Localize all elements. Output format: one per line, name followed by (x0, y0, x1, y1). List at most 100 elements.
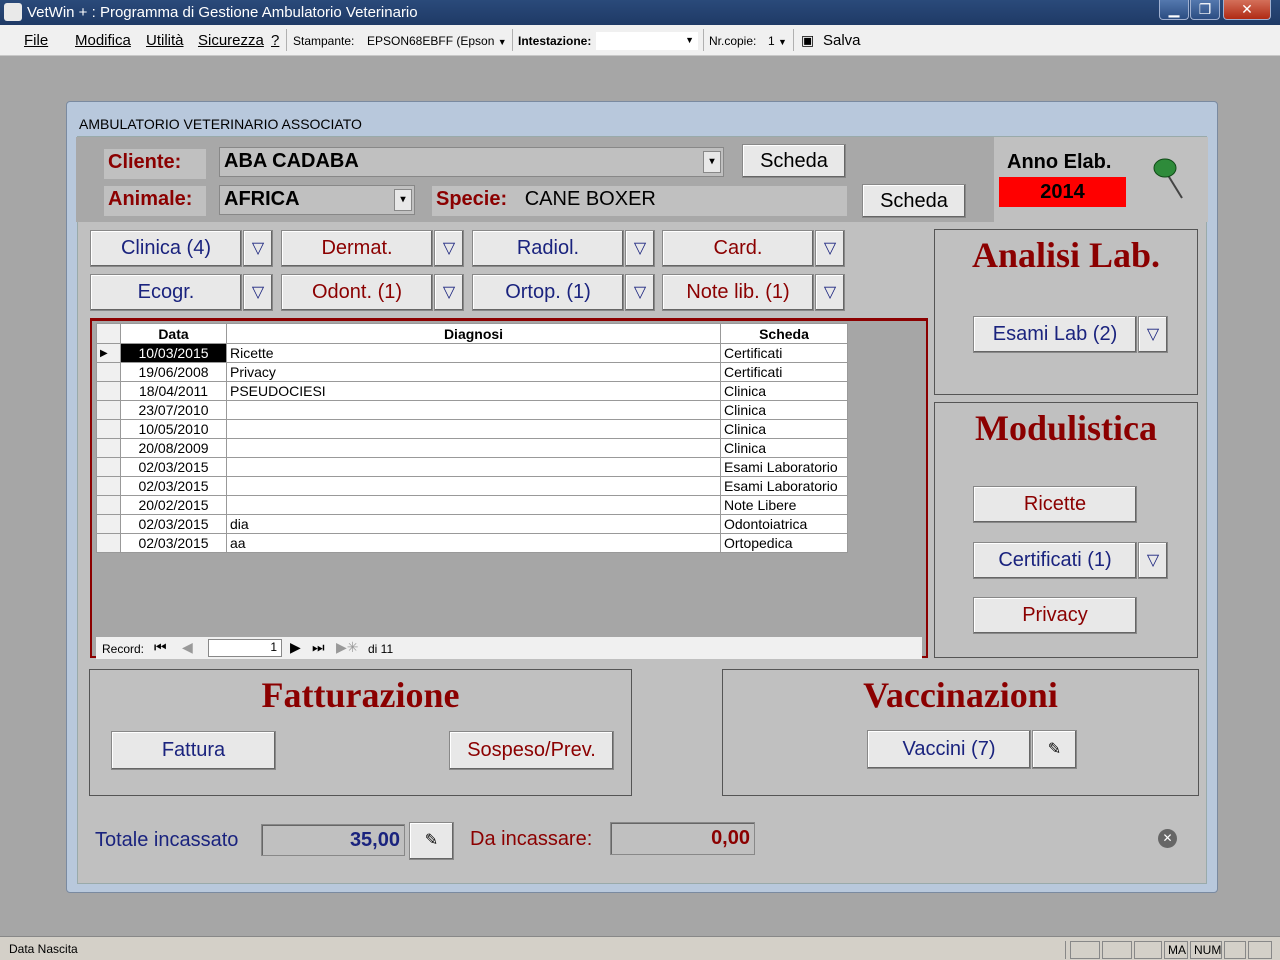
cell-diagnosi[interactable]: Ricette (226, 343, 721, 363)
totale-value[interactable]: 35,00 (261, 824, 405, 856)
cell-scheda[interactable]: Clinica (720, 381, 848, 401)
table-row[interactable]: 18/04/2011 PSEUDOCIESI Clinica (96, 381, 848, 401)
card-button[interactable]: Card. (662, 230, 814, 267)
cell-scheda[interactable]: Clinica (720, 400, 848, 420)
row-selector[interactable] (96, 457, 121, 477)
row-selector[interactable] (96, 419, 121, 439)
cell-data[interactable]: 02/03/2015 (120, 514, 227, 534)
cell-diagnosi[interactable] (226, 495, 721, 515)
anno-value[interactable]: 2014 (999, 177, 1126, 207)
cell-diagnosi[interactable]: dia (226, 514, 721, 534)
nrcopie-select[interactable]: 1 ▼ (768, 34, 787, 48)
row-selector[interactable] (96, 514, 121, 534)
cell-scheda[interactable]: Certificati (720, 362, 848, 382)
cell-data[interactable]: 10/03/2015 (120, 343, 227, 363)
animale-field[interactable]: AFRICA ▾ (219, 185, 415, 215)
cell-data[interactable]: 02/03/2015 (120, 476, 227, 496)
row-selector[interactable] (96, 476, 121, 496)
filter-icon[interactable]: ▽ (625, 230, 655, 267)
cell-scheda[interactable]: Clinica (720, 438, 848, 458)
col-diagnosi[interactable]: Diagnosi (226, 323, 721, 344)
filter-icon[interactable]: ▽ (625, 274, 655, 311)
close-form-icon[interactable]: ✕ (1158, 829, 1177, 848)
edit-icon[interactable]: ✎ (409, 822, 454, 860)
prev-record-icon[interactable]: ◀ (182, 639, 193, 656)
stampante-select[interactable]: EPSON68EBFF (Epson ▼ (367, 34, 507, 48)
table-row[interactable]: 20/02/2015 Note Libere (96, 495, 848, 515)
table-row[interactable]: ▶ 10/03/2015 Ricette Certificati (96, 343, 848, 363)
cell-scheda[interactable]: Clinica (720, 419, 848, 439)
menu-help[interactable]: ? (271, 32, 279, 49)
cell-data[interactable]: 23/07/2010 (120, 400, 227, 420)
esami-lab-button[interactable]: Esami Lab (2) (973, 316, 1137, 353)
chevron-down-icon[interactable]: ▾ (394, 189, 412, 211)
privacy-button[interactable]: Privacy (973, 597, 1137, 634)
table-row[interactable]: 20/08/2009 Clinica (96, 438, 848, 458)
cell-data[interactable]: 20/08/2009 (120, 438, 227, 458)
cell-scheda[interactable]: Odontoiatrica (720, 514, 848, 534)
cell-diagnosi[interactable]: PSEUDOCIESI (226, 381, 721, 401)
row-selector[interactable] (96, 362, 121, 382)
ortop-button[interactable]: Ortop. (1) (472, 274, 624, 311)
cell-diagnosi[interactable] (226, 438, 721, 458)
col-scheda[interactable]: Scheda (720, 323, 848, 344)
ecogr-button[interactable]: Ecogr. (90, 274, 242, 311)
record-input[interactable]: 1 (208, 639, 282, 657)
row-selector[interactable] (96, 495, 121, 515)
filter-icon[interactable]: ▽ (815, 230, 845, 267)
last-record-icon[interactable]: ⏭ (312, 639, 325, 656)
filter-icon[interactable]: ▽ (243, 230, 273, 267)
current-record-icon[interactable]: ▶ (96, 343, 121, 363)
row-selector[interactable] (96, 400, 121, 420)
menu-utilita[interactable]: Utilità (146, 32, 184, 49)
salva-button[interactable]: Salva (823, 32, 861, 49)
edit-icon[interactable]: ✎ (1032, 730, 1077, 769)
radiol-button[interactable]: Radiol. (472, 230, 624, 267)
certificati-button[interactable]: Certificati (1) (973, 542, 1137, 579)
row-selector[interactable] (96, 533, 121, 553)
ricette-button[interactable]: Ricette (973, 486, 1137, 523)
filter-icon[interactable]: ▽ (815, 274, 845, 311)
cliente-scheda-button[interactable]: Scheda (742, 144, 846, 178)
cell-diagnosi[interactable] (226, 457, 721, 477)
filter-icon[interactable]: ▽ (434, 230, 464, 267)
odont-button[interactable]: Odont. (1) (281, 274, 433, 311)
new-record-icon[interactable]: ▶✳ (336, 639, 359, 656)
filter-icon[interactable]: ▽ (243, 274, 273, 311)
cliente-field[interactable]: ABA CADABA ▾ (219, 147, 724, 177)
cell-data[interactable]: 10/05/2010 (120, 419, 227, 439)
sospeso-button[interactable]: Sospeso/Prev. (449, 731, 614, 770)
restore-button[interactable]: ❐ (1190, 0, 1220, 20)
chevron-down-icon[interactable]: ▾ (703, 151, 721, 173)
menu-sicurezza[interactable]: Sicurezza (198, 32, 264, 49)
dermat-button[interactable]: Dermat. (281, 230, 433, 267)
close-button[interactable]: ✕ (1223, 0, 1271, 20)
menu-file[interactable]: File (24, 32, 48, 49)
cell-scheda[interactable]: Note Libere (720, 495, 848, 515)
col-data[interactable]: Data (120, 323, 227, 344)
save-icon[interactable]: ▣ (801, 32, 814, 49)
filter-icon[interactable]: ▽ (434, 274, 464, 311)
cell-scheda[interactable]: Ortopedica (720, 533, 848, 553)
table-row[interactable]: 19/06/2008 Privacy Certificati (96, 362, 848, 382)
first-record-icon[interactable]: ⏮ (154, 639, 167, 656)
next-record-icon[interactable]: ▶ (290, 639, 301, 656)
filter-icon[interactable]: ▽ (1138, 316, 1168, 353)
animale-scheda-button[interactable]: Scheda (862, 184, 966, 218)
cell-diagnosi[interactable] (226, 419, 721, 439)
row-selector[interactable] (96, 381, 121, 401)
fattura-button[interactable]: Fattura (111, 731, 276, 770)
cell-scheda[interactable]: Certificati (720, 343, 848, 363)
cell-data[interactable]: 20/02/2015 (120, 495, 227, 515)
cell-scheda[interactable]: Esami Laboratorio (720, 476, 848, 496)
cell-data[interactable]: 02/03/2015 (120, 457, 227, 477)
vaccini-button[interactable]: Vaccini (7) (867, 730, 1031, 769)
row-selector[interactable] (96, 438, 121, 458)
cell-diagnosi[interactable]: aa (226, 533, 721, 553)
filter-icon[interactable]: ▽ (1138, 542, 1168, 579)
intestazione-select[interactable]: ▼ (596, 32, 698, 50)
clinica-button[interactable]: Clinica (4) (90, 230, 242, 267)
minimize-button[interactable]: ▁ (1159, 0, 1189, 20)
cell-diagnosi[interactable]: Privacy (226, 362, 721, 382)
table-row[interactable]: 02/03/2015 Esami Laboratorio (96, 476, 848, 496)
